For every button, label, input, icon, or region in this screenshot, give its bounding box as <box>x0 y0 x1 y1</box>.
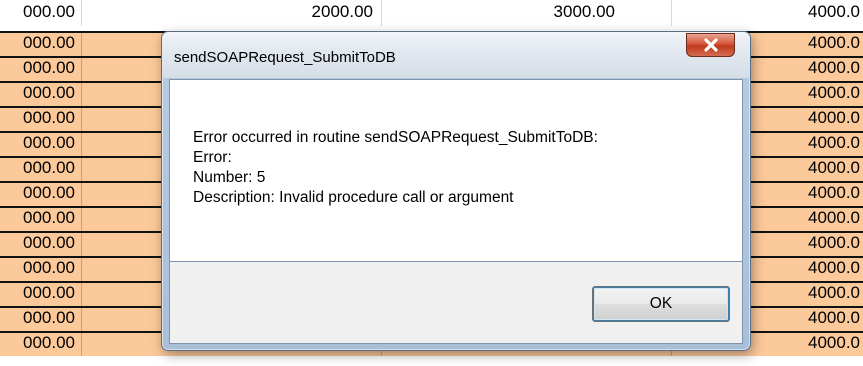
header-cell[interactable]: 000.00 <box>0 0 82 26</box>
table-cell[interactable]: 000.00 <box>0 158 82 181</box>
table-cell[interactable]: 000.00 <box>0 83 82 106</box>
message-line: Error occurred in routine sendSOAPReques… <box>193 129 598 146</box>
table-cell[interactable]: 000.00 <box>0 108 82 131</box>
close-icon <box>703 38 718 52</box>
header-cell[interactable]: 2000.00 <box>82 0 382 26</box>
table-cell[interactable]: 000.00 <box>0 258 82 281</box>
header-cell[interactable]: 4000.0 <box>672 0 863 26</box>
table-cell[interactable]: 000.00 <box>0 183 82 206</box>
table-cell[interactable]: 000.00 <box>0 333 82 356</box>
error-message: Error occurred in routine sendSOAPReques… <box>193 128 733 208</box>
close-button[interactable] <box>686 33 735 57</box>
dialog-title: sendSOAPRequest_SubmitToDB <box>174 49 396 66</box>
dialog-titlebar[interactable]: sendSOAPRequest_SubmitToDB <box>162 32 750 78</box>
dialog-button-bar: OK <box>169 262 743 344</box>
message-line: Error: <box>193 149 232 166</box>
message-line: Description: Invalid procedure call or a… <box>193 189 514 206</box>
table-cell[interactable]: 000.00 <box>0 133 82 156</box>
table-cell[interactable]: 000.00 <box>0 33 82 56</box>
error-dialog: sendSOAPRequest_SubmitToDB Error occurre… <box>161 31 751 351</box>
table-cell[interactable]: 000.00 <box>0 208 82 231</box>
message-line: Number: 5 <box>193 169 266 186</box>
table-cell[interactable]: 000.00 <box>0 283 82 306</box>
table-cell[interactable]: 000.00 <box>0 233 82 256</box>
header-cell[interactable]: 3000.00 <box>382 0 672 26</box>
table-cell[interactable]: 000.00 <box>0 58 82 81</box>
ok-button[interactable]: OK <box>592 286 730 322</box>
table-cell[interactable]: 000.00 <box>0 308 82 331</box>
dialog-content: Error occurred in routine sendSOAPReques… <box>169 79 743 262</box>
spreadsheet-header-row: 000.00 2000.00 3000.00 4000.0 <box>0 0 863 26</box>
